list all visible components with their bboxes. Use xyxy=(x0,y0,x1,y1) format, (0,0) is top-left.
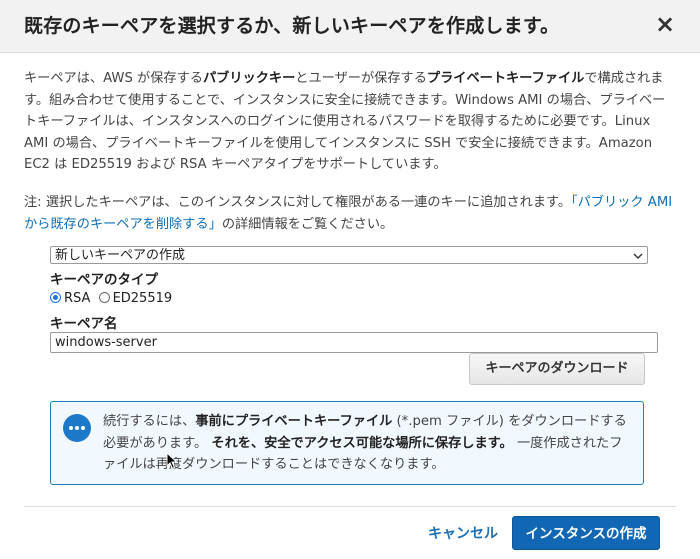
radio-rsa-label: RSA xyxy=(64,291,91,306)
key-type-radio-group: RSA ED25519 xyxy=(50,290,172,308)
close-icon[interactable]: × xyxy=(652,10,678,38)
launch-instance-button[interactable]: インスタンスの作成 xyxy=(512,516,660,550)
intro-bold-private-key-file: プライベートキーファイル xyxy=(426,71,585,86)
intro-bold-public-key: パブリックキー xyxy=(202,71,296,86)
key-name-label: キーペア名 xyxy=(50,316,118,332)
dialog-title: 既存のキーペアを選択するか、新しいキーペアを作成します。 xyxy=(24,15,560,37)
footer-divider xyxy=(24,506,676,507)
dialog-header: 既存のキーペアを選択するか、新しいキーペアを作成します。 × xyxy=(0,0,700,53)
info-bold-1: 事前にプライベートキーファイル xyxy=(195,414,393,429)
mouse-cursor-icon xyxy=(166,452,178,470)
cancel-button[interactable]: キャンセル xyxy=(428,523,498,543)
intro-paragraph: キーペアは、AWS が保存するパブリックキーとユーザーが保存するプライベートキー… xyxy=(24,68,674,176)
info-text: 続行するには、事前にプライベートキーファイル (*.pem ファイル) をダウン… xyxy=(103,411,633,476)
info-alert: 続行するには、事前にプライベートキーファイル (*.pem ファイル) をダウン… xyxy=(50,401,644,485)
radio-ed25519[interactable] xyxy=(98,292,110,303)
speech-bubble-info-icon xyxy=(63,414,91,442)
note-prefix: 注: 選択したキーペアは、このインスタンスに対して権限がある一連のキーに追加され… xyxy=(24,195,572,210)
intro-text-1: キーペアは、AWS が保存する xyxy=(24,71,203,86)
download-keypair-button[interactable]: キーペアのダウンロード xyxy=(469,353,645,385)
intro-text-2: とユーザーが保存する xyxy=(295,71,427,86)
radio-rsa[interactable] xyxy=(50,292,61,303)
radio-ed25519-label: ED25519 xyxy=(112,291,173,306)
intro-text-3: で構成されます。組み合わせて使用することで、インスタンスに安全に接続できます。W… xyxy=(24,71,666,172)
key-type-label: キーペアのタイプ xyxy=(50,272,158,288)
keypair-option-select[interactable]: 新しいキーペアの作成 xyxy=(50,246,648,264)
note-suffix: の詳細情報をご覧ください。 xyxy=(221,216,394,232)
keypair-option-value: 新しいキーペアの作成 xyxy=(55,248,186,263)
info-bold-2: それを、安全でアクセス可能な場所に保存します。 xyxy=(211,435,513,451)
chevron-down-icon xyxy=(633,247,643,271)
key-name-input[interactable]: windows-server xyxy=(50,332,658,353)
info-text-1: 続行するには、 xyxy=(103,414,196,429)
note-paragraph: 注: 選択したキーペアは、このインスタンスに対して権限がある一連のキーに追加され… xyxy=(24,192,674,235)
